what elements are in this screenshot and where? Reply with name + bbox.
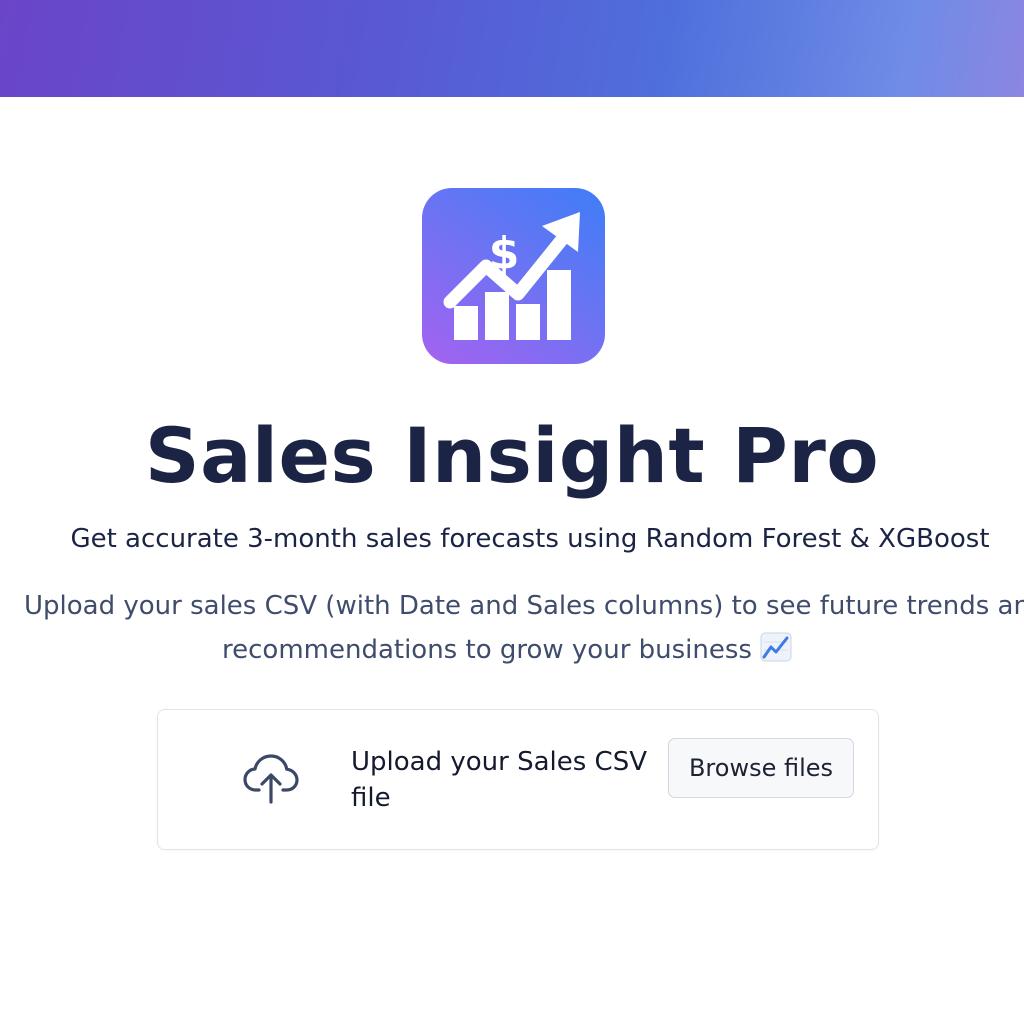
page-title: Sales Insight Pro (144, 411, 880, 500)
chart-increasing-icon (760, 632, 792, 662)
file-uploader[interactable]: Upload your Sales CSV file Browse files (157, 709, 879, 850)
cloud-upload-icon (243, 754, 299, 804)
top-gradient-banner (0, 0, 1024, 97)
sales-growth-icon: $ (443, 212, 580, 340)
app-logo: $ (422, 188, 605, 364)
svg-text:$: $ (489, 228, 520, 279)
browse-files-button[interactable]: Browse files (668, 738, 854, 798)
description-line-1: Upload your sales CSV (with Date and Sal… (24, 591, 1024, 621)
description-line-2: recommendations to grow your business (222, 635, 752, 665)
description-line-2-wrap: recommendations to grow your business (24, 628, 1024, 672)
upload-label: Upload your Sales CSV file (351, 747, 648, 813)
page-description: Upload your sales CSV (with Date and Sal… (24, 584, 1024, 672)
page-subtitle: Get accurate 3-month sales forecasts usi… (70, 524, 990, 554)
